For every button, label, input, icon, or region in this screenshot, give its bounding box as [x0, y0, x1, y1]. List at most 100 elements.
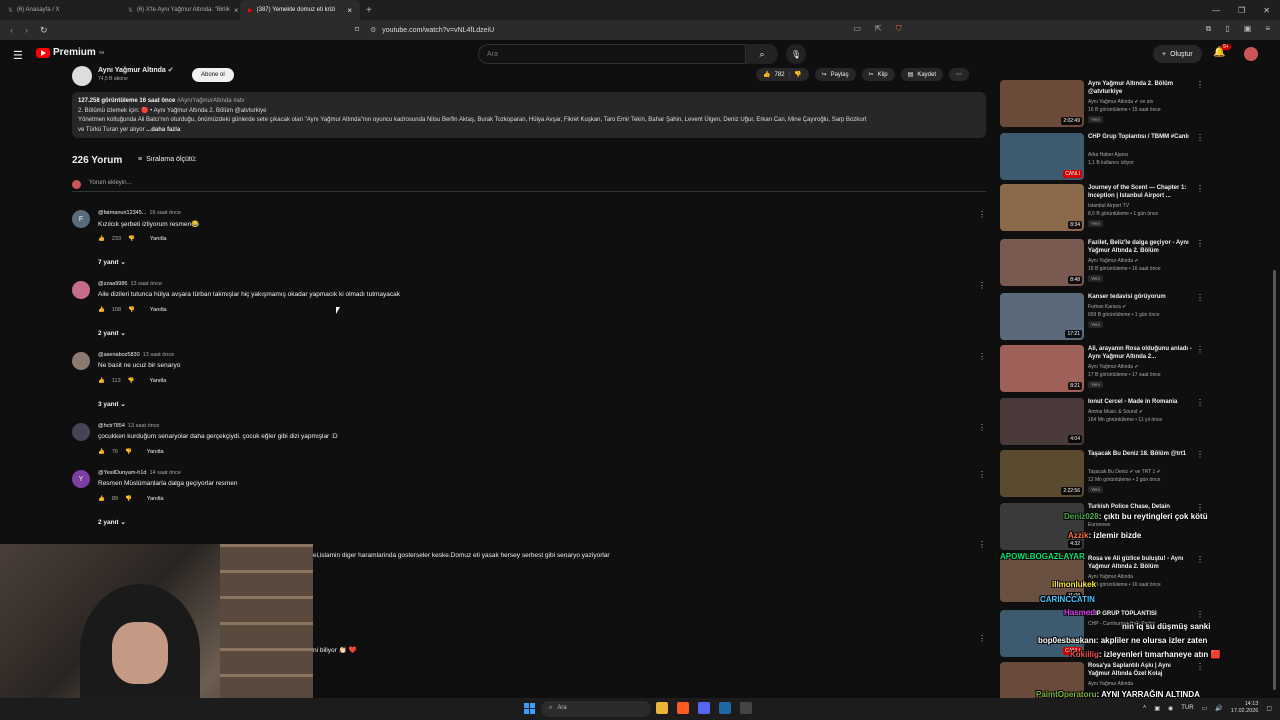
video-channel[interactable]: Istanbul Airport TV: [1088, 203, 1129, 209]
chevron-up-icon[interactable]: ˄: [1143, 705, 1147, 711]
minimize-icon[interactable]: —: [1212, 6, 1220, 15]
video-title[interactable]: Kanser tedavisi görüyorum: [1088, 293, 1192, 301]
video-menu-icon[interactable]: ⋮: [1196, 555, 1204, 564]
recommended-video[interactable]: 2:22:56 Taşacak Bu Deniz 18. Bölüm @trt1…: [1000, 450, 1270, 500]
close-icon[interactable]: ×: [347, 6, 352, 15]
comment-menu-icon[interactable]: ⋮: [978, 423, 986, 432]
search-input[interactable]: Ara: [478, 44, 746, 64]
recommended-video[interactable]: CANLI CHP Grup Toplantısı / TBMM #Canlı …: [1000, 133, 1270, 183]
commenter-avatar[interactable]: Y: [72, 470, 90, 488]
screen-icon[interactable]: ▭: [853, 24, 861, 34]
voice-search-button[interactable]: 🎙: [786, 44, 806, 64]
windows-start-icon[interactable]: [524, 703, 535, 714]
video-title[interactable]: Journey of the Scent — Chapter 1: Incept…: [1088, 184, 1192, 200]
video-channel[interactable]: Taşacak Bu Deniz ✔ ve TRT 1 ✔: [1088, 469, 1161, 475]
browser-tab-1[interactable]: 𝕏 (6) Anasayfa / X: [0, 0, 120, 20]
comment-menu-icon[interactable]: ⋮: [978, 470, 986, 479]
video-title[interactable]: CHP GRUP TOPLANTISI: [1088, 610, 1192, 618]
show-more-link[interactable]: ...daha fazla: [146, 127, 180, 133]
show-replies-button[interactable]: 2 yanıt ⌄: [98, 329, 126, 337]
brave-browser-icon[interactable]: [677, 702, 689, 714]
video-menu-icon[interactable]: ⋮: [1196, 398, 1204, 407]
video-thumbnail[interactable]: 8:21: [1000, 345, 1084, 392]
thumbs-down-icon[interactable]: 👎: [128, 307, 135, 313]
wallet-icon[interactable]: ▣: [1244, 24, 1252, 34]
video-channel[interactable]: Aynı Yağmur Altında ✔: [1088, 364, 1139, 370]
discord-icon[interactable]: [698, 702, 710, 714]
share-button[interactable]: ↪ Paylaş: [814, 68, 856, 81]
comment-author[interactable]: @asenaboz5830: [98, 352, 140, 358]
comment-author[interactable]: @zzaa9986: [98, 281, 127, 287]
reply-button[interactable]: Yanıtla: [150, 378, 167, 384]
back-icon[interactable]: ‹: [10, 25, 13, 36]
site-info-icon[interactable]: ⚙: [370, 26, 376, 34]
comment-time[interactable]: 13 saat önce: [128, 423, 160, 429]
recommended-video[interactable]: 8:21 Ali, arayanın Rosa olduğunu anladı …: [1000, 345, 1270, 395]
recommended-video[interactable]: 4:32 Turkish Police Chase, Detain Eurone…: [1000, 503, 1270, 553]
comment-time[interactable]: 14 saat önce: [150, 470, 182, 476]
file-explorer-icon[interactable]: [656, 702, 668, 714]
video-title[interactable]: Taşacak Bu Deniz 18. Bölüm @trt1: [1088, 450, 1192, 458]
video-thumbnail[interactable]: 2:02:49: [1000, 80, 1084, 127]
thumbs-up-icon[interactable]: 👍: [98, 449, 105, 455]
comment-time[interactable]: 16 saat önce: [149, 210, 181, 216]
thumbs-down-icon[interactable]: 👎: [125, 449, 132, 455]
video-thumbnail[interactable]: 17:21: [1000, 293, 1084, 340]
hamburger-menu-icon[interactable]: ☰: [13, 49, 23, 62]
channel-avatar[interactable]: [72, 66, 92, 86]
video-menu-icon[interactable]: ⋮: [1196, 293, 1204, 302]
app-tray-icon[interactable]: ◉: [1168, 705, 1173, 712]
comment-author[interactable]: @YesilDunyam-h1d: [98, 470, 147, 476]
video-menu-icon[interactable]: ⋮: [1196, 133, 1204, 142]
video-description[interactable]: 127.258 görüntüleme 16 saat önce #AynıYa…: [72, 92, 986, 138]
thumbs-up-icon[interactable]: 👍: [98, 378, 105, 384]
comment-menu-icon[interactable]: ⋮: [978, 210, 986, 219]
thumbs-up-icon[interactable]: 👍: [98, 307, 105, 313]
video-channel[interactable]: Aynı Yağmur Altında ✔ ve atv: [1088, 99, 1153, 105]
commenter-avatar[interactable]: [72, 423, 90, 441]
clock[interactable]: 14:13 17.02.2026: [1231, 701, 1259, 715]
show-replies-button[interactable]: 3 yanıt ⌄: [98, 400, 126, 408]
search-button[interactable]: ⌕: [746, 44, 778, 64]
comment-menu-icon[interactable]: ⋮: [978, 352, 986, 361]
taskbar-search[interactable]: ⌕ Ara: [541, 701, 651, 717]
recommended-video[interactable]: 8:34 Journey of the Scent — Chapter 1: I…: [1000, 184, 1270, 234]
video-thumbnail[interactable]: 4:04: [1000, 398, 1084, 445]
thumbs-down-icon[interactable]: 👎: [128, 378, 135, 384]
video-title[interactable]: CHP Grup Toplantısı / TBMM #Canlı: [1088, 133, 1192, 141]
thumbs-down-icon[interactable]: 👎: [794, 71, 801, 78]
video-channel[interactable]: Amma Music & Sound ✔: [1088, 409, 1143, 415]
reply-button[interactable]: Yanıtla: [147, 496, 164, 502]
app-tray-icon[interactable]: ▣: [1154, 705, 1160, 712]
video-menu-icon[interactable]: ⋮: [1196, 503, 1204, 512]
comment-menu-icon[interactable]: ⋮: [978, 634, 986, 643]
recommended-video[interactable]: 2:02:49 Aynı Yağmur Altında 2. Bölüm @at…: [1000, 80, 1270, 130]
channel-name[interactable]: Aynı Yağmur Altında ✔: [98, 66, 174, 74]
comment-author[interactable]: @hctr7854: [98, 423, 125, 429]
video-title[interactable]: Fazilet, Beliz'le dalga geçiyor - Aynı Y…: [1088, 239, 1192, 255]
save-button[interactable]: ▤ Kaydet: [900, 68, 943, 81]
show-replies-button[interactable]: 2 yanıt ⌄: [98, 518, 126, 526]
comment-time[interactable]: 13 saat önce: [130, 281, 162, 287]
thumbs-up-icon[interactable]: 👍: [98, 236, 105, 242]
comment-menu-icon[interactable]: ⋮: [978, 540, 986, 549]
recommended-video[interactable]: 4:04 Ionut Cercel - Made in Romania Amma…: [1000, 398, 1270, 448]
network-icon[interactable]: ▭: [1202, 705, 1208, 712]
reload-icon[interactable]: ↻: [40, 25, 48, 36]
browser-tab-2[interactable]: 𝕏 (6) X'te Aynı Yağmur Altında: "Birlik ×: [120, 0, 240, 20]
language-indicator[interactable]: TUR: [1181, 705, 1193, 711]
video-menu-icon[interactable]: ⋮: [1196, 610, 1204, 619]
forward-icon[interactable]: ›: [25, 25, 28, 36]
show-replies-button[interactable]: 7 yanıt ⌄: [98, 258, 126, 266]
clip-button[interactable]: ✂ Klip: [861, 68, 895, 81]
subscribe-button[interactable]: Abone ol: [192, 68, 234, 82]
video-channel[interactable]: Euronews: [1088, 522, 1110, 528]
close-icon[interactable]: ×: [234, 6, 239, 15]
notification-center-icon[interactable]: ▢: [1266, 705, 1272, 712]
video-channel[interactable]: Aynı Yağmur Altında ✔: [1088, 258, 1139, 264]
video-title[interactable]: Aynı Yağmur Altında 2. Bölüm @atvturkiye: [1088, 80, 1192, 96]
bookmark-icon[interactable]: ⌑: [355, 25, 359, 34]
recommended-video[interactable]: 17:21 Kanser tedavisi görüyorum Furkan K…: [1000, 293, 1270, 343]
video-menu-icon[interactable]: ⋮: [1196, 345, 1204, 354]
sort-button[interactable]: ≡ Sıralama ölçütü:: [138, 156, 197, 163]
